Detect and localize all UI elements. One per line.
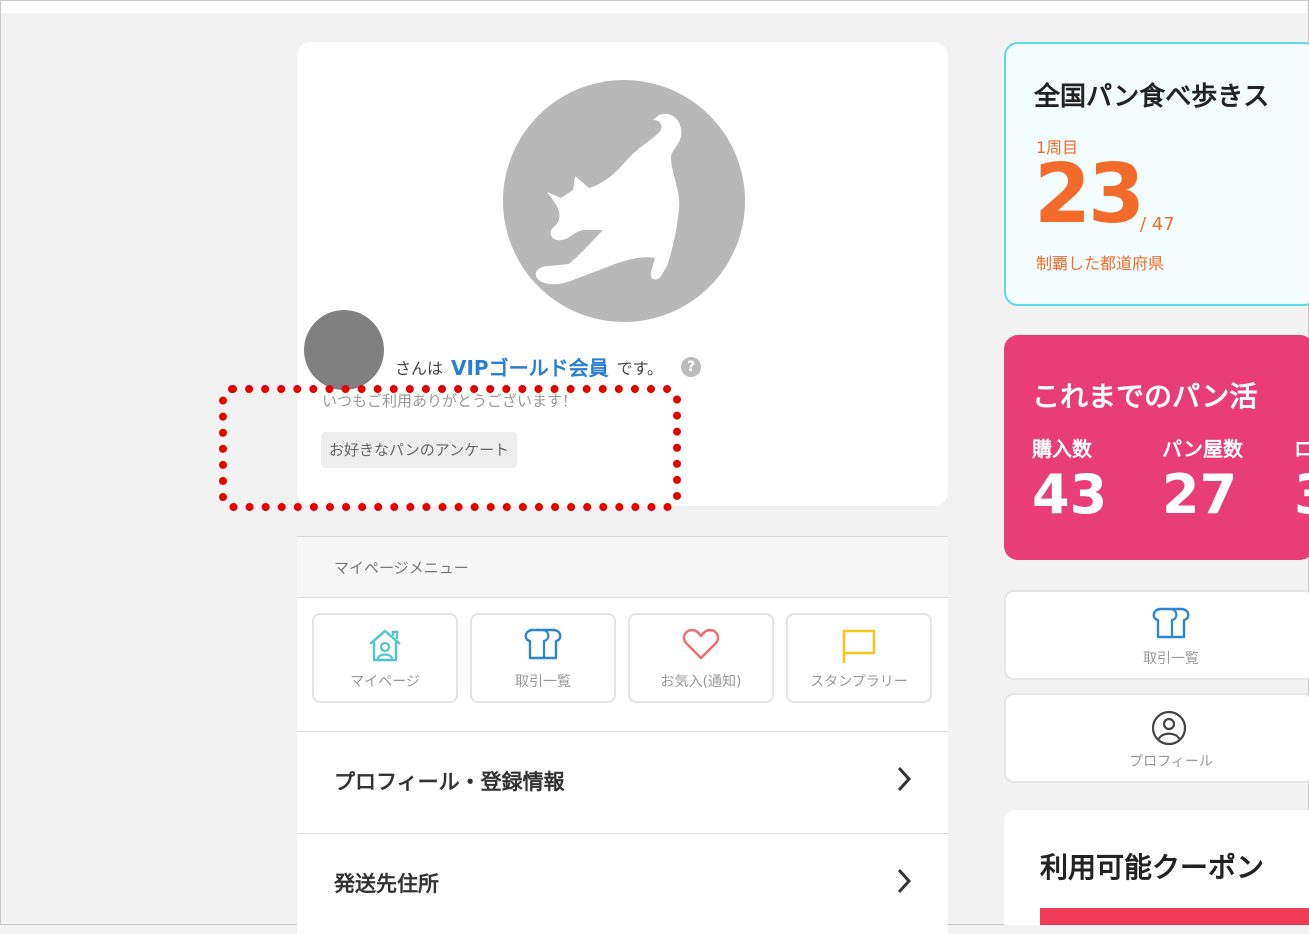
bread-tour-card[interactable]: 全国パン食べ歩きス 1周目 23 / 47 制覇した都道府県	[1004, 42, 1309, 306]
user-circle-icon	[1151, 710, 1187, 746]
stat-label: 購入数	[1032, 437, 1092, 461]
stat-value: 27	[1162, 463, 1238, 526]
bread-icon	[1152, 607, 1190, 639]
bread-history-card: これまでのパン活 購入数 43 パン屋数 27 ロ 3	[1004, 335, 1309, 560]
coupon-card: 利用可能クーポン	[1004, 810, 1309, 925]
tile-label: スタンプラリー	[810, 674, 908, 690]
coupon-title: 利用可能クーポン	[1040, 851, 1265, 884]
side-tile-profile[interactable]: プロフィール	[1004, 693, 1309, 783]
help-icon[interactable]: ?	[681, 356, 701, 377]
flag-icon	[842, 629, 876, 663]
member-rank-link[interactable]: VIPゴールド会員	[451, 352, 609, 381]
row-label: 発送先住所	[334, 872, 439, 896]
member-suffix: さんは	[395, 358, 444, 378]
stat-label: ロ	[1294, 437, 1309, 461]
menu-row-shipping-address[interactable]: 発送先住所	[297, 833, 948, 934]
menu-tile-transactions[interactable]: 取引一覧	[470, 613, 616, 703]
chevron-right-icon	[897, 868, 912, 894]
tour-count: 23	[1034, 147, 1145, 242]
row-label: プロフィール・登録情報	[334, 770, 565, 794]
menu-row-profile[interactable]: プロフィール・登録情報	[297, 731, 948, 832]
tour-caption: 制覇した都道府県	[1036, 254, 1165, 273]
member-end: です。	[616, 358, 663, 378]
tour-total: / 47	[1140, 214, 1175, 235]
bread-icon	[524, 628, 562, 660]
coupon-banner[interactable]	[1040, 908, 1309, 925]
heart-icon	[682, 628, 720, 660]
tile-label: 取引一覧	[515, 674, 571, 690]
stat-label: パン屋数	[1162, 437, 1243, 461]
stat-purchases: 購入数 43	[1032, 433, 1107, 522]
menu-tile-stamp-rally[interactable]: スタンプラリー	[786, 613, 932, 703]
stat-third: ロ 3	[1294, 433, 1309, 522]
menu-tile-favorites[interactable]: お気入(通知)	[628, 613, 774, 703]
tile-label: お気入(通知)	[660, 674, 742, 690]
side-tile-transactions[interactable]: 取引一覧	[1004, 590, 1309, 680]
user-avatar	[304, 310, 384, 390]
house-icon	[369, 629, 401, 662]
top-strip	[1, 1, 1307, 13]
tour-title: 全国パン食べ歩きス	[1034, 82, 1270, 112]
menu-header: マイページメニュー	[297, 537, 948, 598]
stat-value: 43	[1032, 463, 1108, 526]
history-title: これまでのパン活	[1032, 380, 1258, 413]
cat-avatar-icon	[503, 80, 745, 322]
annotation-highlight	[219, 385, 681, 511]
tile-label: マイページ	[350, 674, 420, 690]
stat-bakeries: パン屋数 27	[1162, 433, 1243, 522]
side-tile-label: 取引一覧	[1143, 651, 1199, 667]
side-tile-label: プロフィール	[1129, 754, 1213, 770]
chevron-right-icon	[897, 766, 912, 792]
stat-value: 3	[1294, 468, 1309, 522]
member-status: さんは VIPゴールド会員 です。 ?	[395, 352, 701, 381]
mypage-menu: マイページメニュー マイページ 取引一覧 お気入(通知) スタンプラリー プロフ…	[297, 536, 948, 934]
menu-tile-mypage[interactable]: マイページ	[312, 613, 458, 703]
menu-header-label: マイページメニュー	[334, 559, 469, 577]
